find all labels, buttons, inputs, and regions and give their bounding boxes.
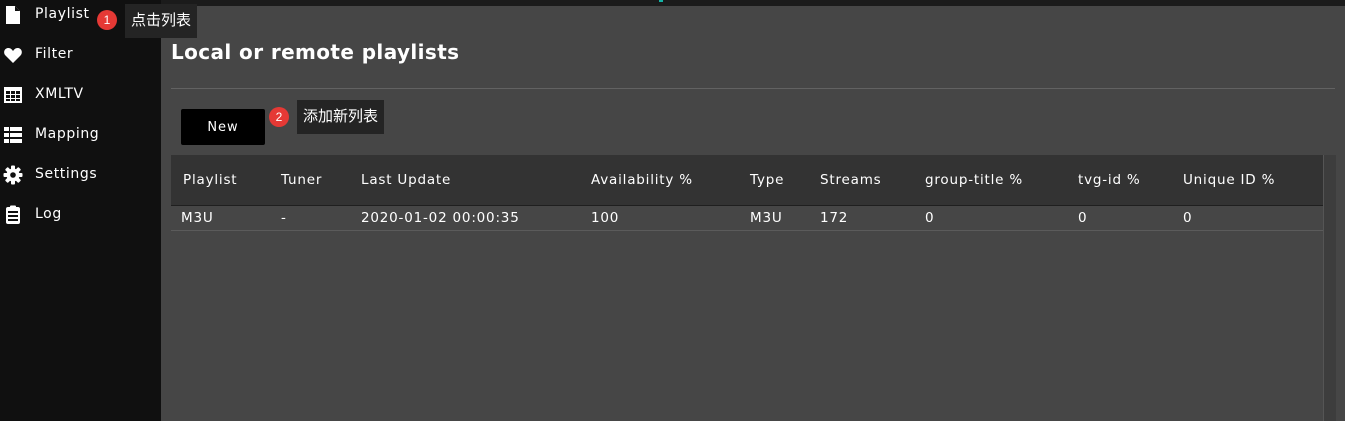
column-header[interactable]: Last Update [361,172,451,188]
sidebar-item-settings[interactable]: Settings [0,160,161,190]
sidebar-item-log[interactable]: Log [0,200,161,230]
sidebar-item-label: Mapping [35,126,100,142]
playlist-table: Playlist Tuner Last Update Availability … [171,155,1323,421]
sidebar-item-filter[interactable]: Filter [0,40,161,70]
column-header[interactable]: Availability % [591,172,693,188]
table-row[interactable]: M3U - 2020-01-02 00:00:35 100 M3U 172 0 … [171,206,1323,231]
divider [171,88,1335,89]
main-content: Local or remote playlists New Playlist T… [161,6,1345,421]
table-cell: 100 [591,210,620,226]
column-header[interactable]: Streams [820,172,881,188]
column-header[interactable]: Unique ID % [1183,172,1275,188]
table-cell: - [281,210,287,226]
step-badge: 1 [97,10,117,30]
table-cell: M3U [181,210,214,226]
sidebar-item-xmltv[interactable]: XMLTV [0,80,161,110]
gear-icon [3,165,23,185]
new-playlist-button[interactable]: New [181,109,265,145]
sidebar-item-label: Settings [35,166,98,182]
column-header[interactable]: Type [750,172,784,188]
column-header[interactable]: tvg-id % [1078,172,1141,188]
sidebar: Playlist Filter XMLTV Mapping Settings L… [0,0,161,421]
column-header[interactable]: Tuner [281,172,322,188]
column-header[interactable]: group-title % [925,172,1023,188]
file-icon [3,5,23,25]
sidebar-item-label: Log [35,206,62,222]
table-cell: 2020-01-02 00:00:35 [361,210,520,226]
clipboard-icon [3,205,23,225]
sidebar-item-label: XMLTV [35,86,84,102]
progress-indicator [659,0,663,2]
table-cell: M3U [750,210,783,226]
table-cell: 0 [1078,210,1088,226]
table-header: Playlist Tuner Last Update Availability … [171,155,1323,206]
heart-icon [3,45,23,65]
sidebar-item-label: Filter [35,46,74,62]
table-cell: 0 [1183,210,1193,226]
sidebar-item-mapping[interactable]: Mapping [0,120,161,150]
table-icon [3,85,23,105]
step-tooltip: 添加新列表 [297,100,385,134]
table-cell: 0 [925,210,935,226]
step-badge: 2 [269,107,289,127]
sidebar-item-label: Playlist [35,6,90,22]
table-cell: 172 [820,210,849,226]
page-title: Local or remote playlists [171,40,460,64]
vertical-scrollbar[interactable] [1323,155,1336,421]
column-header[interactable]: Playlist [183,172,237,188]
list-icon [3,125,23,145]
